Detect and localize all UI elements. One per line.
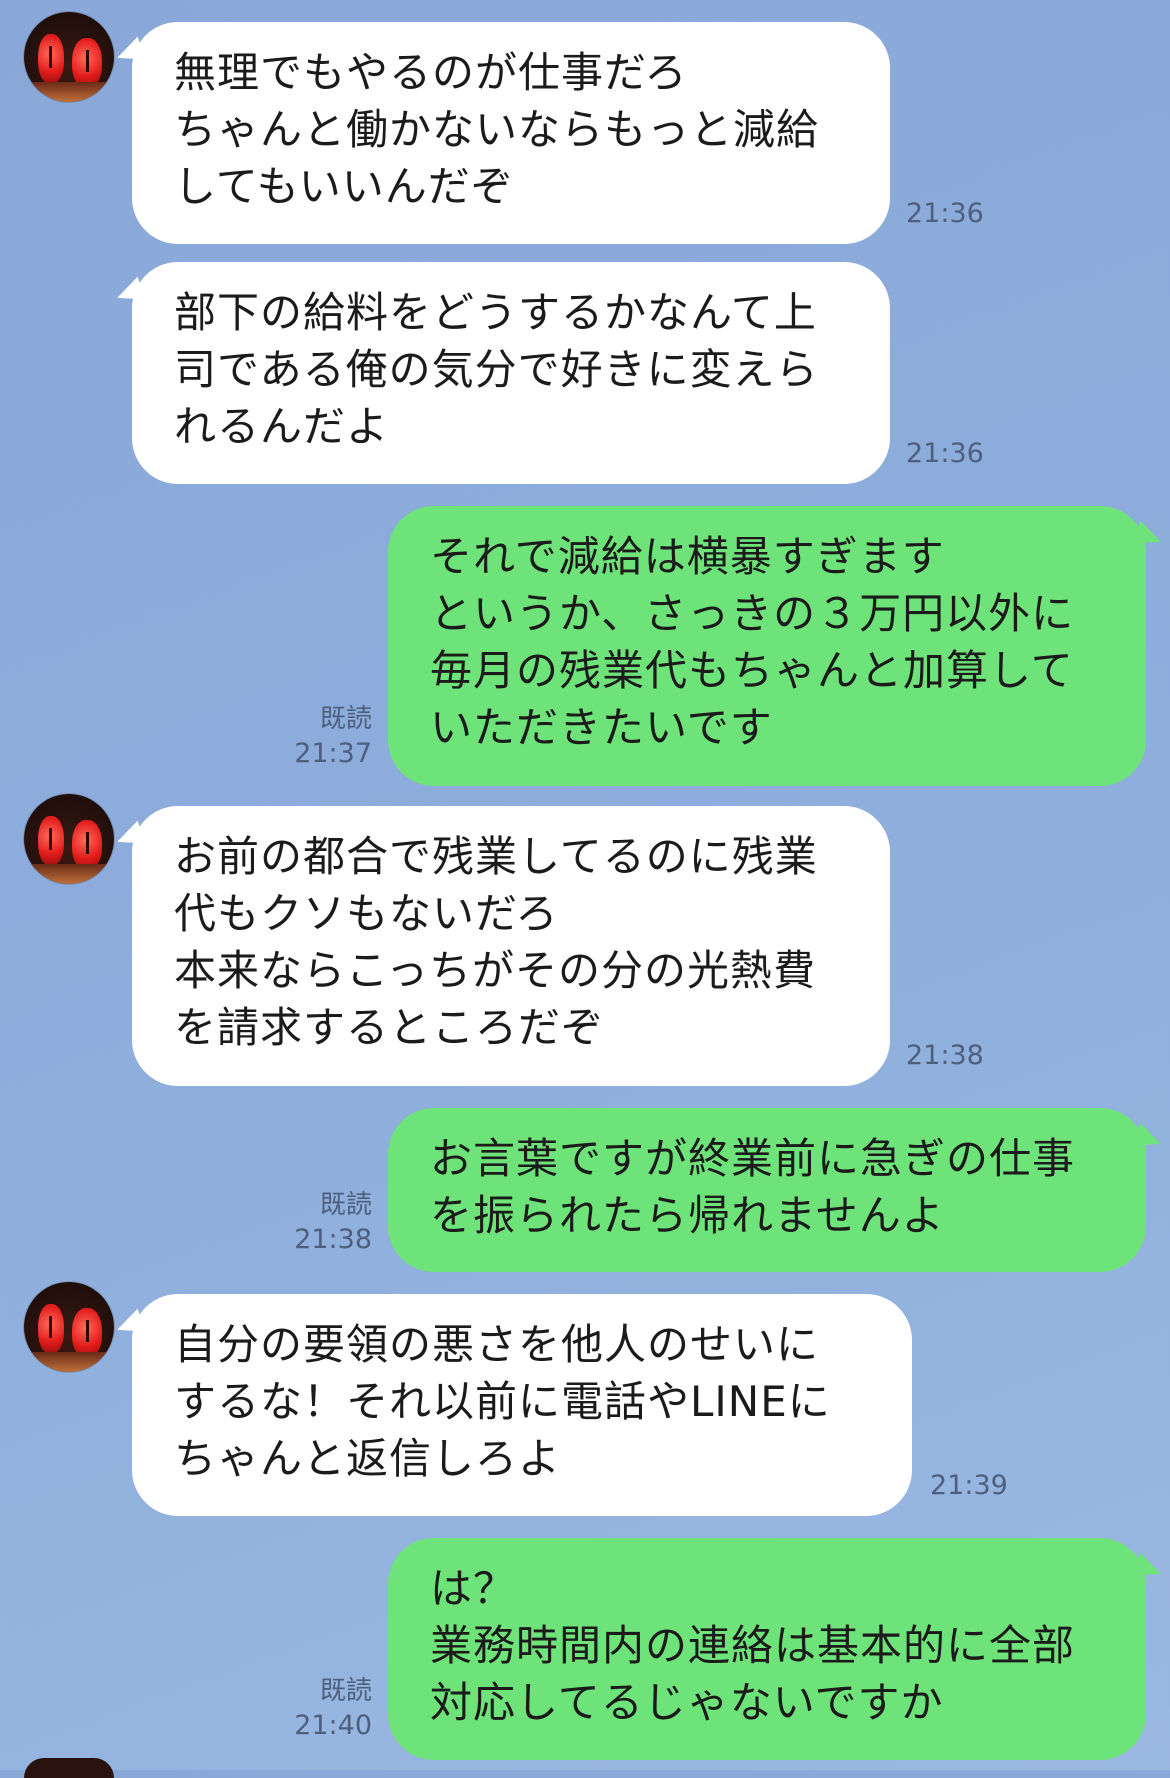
message-line: 毎月の残業代もちゃんと加算して [430, 646, 1074, 695]
message-line: 無理でもやるのが仕事だろ [174, 48, 688, 97]
sender-avatar[interactable] [24, 12, 114, 102]
chat-view: 無理でもやるのが仕事だろ ちゃんと働かないならもっと減給 してもいいんだぞ 21… [0, 0, 1170, 1778]
message-line: というか、さっきの３万円以外に [430, 589, 1075, 638]
message-line: お前の都合で残業してるのに残業 [174, 832, 818, 881]
message-line: 部下の給料をどうするかなんて上 [174, 288, 817, 337]
message-line: いただきたいです [430, 703, 773, 752]
message-line: 対応してるじゃないですか [430, 1678, 944, 1727]
message-meta: 既読 21:37 [272, 702, 372, 772]
message-timestamp: 21:36 [906, 198, 984, 229]
message-line: してもいいんだぞ [174, 162, 514, 211]
read-receipt: 既読 [319, 1676, 372, 1706]
message-line: ちゃんと返信しろよ [174, 1434, 562, 1483]
message-line: 本来ならこっちがその分の光熱費 [174, 946, 817, 995]
message-line: それで減給は横暴すぎます [430, 532, 945, 581]
message-line: れるんだよ [174, 402, 390, 451]
message-line: 業務時間内の連絡は基本的に全部 [430, 1621, 1076, 1670]
message-meta: 既読 21:40 [272, 1674, 372, 1744]
sender-avatar-partial[interactable] [24, 1758, 114, 1778]
message-line: ちゃんと働かないならもっと減給 [174, 105, 820, 154]
sender-avatar[interactable] [24, 1282, 114, 1372]
message-line: 自分の要領の悪さを他人のせいに [174, 1320, 820, 1369]
message-line: を振られたら帰れませんよ [430, 1191, 945, 1240]
message-timestamp: 21:36 [906, 438, 984, 469]
message-line: するな！それ以前に電話やLINEに [174, 1377, 831, 1426]
message-line: お言葉ですが終業前に急ぎの仕事 [430, 1134, 1076, 1183]
message-bubble-incoming[interactable]: 部下の給料をどうするかなんて上 司である俺の気分で好きに変えら れるんだよ [132, 262, 890, 484]
message-line: を請求するところだぞ [174, 1003, 605, 1052]
message-timestamp: 21:38 [906, 1040, 984, 1071]
sender-avatar[interactable] [24, 794, 114, 884]
message-meta: 既読 21:38 [272, 1188, 372, 1258]
read-receipt: 既読 [319, 704, 372, 734]
message-bubble-outgoing[interactable]: お言葉ですが終業前に急ぎの仕事 を振られたら帰れませんよ [388, 1108, 1146, 1272]
message-timestamp: 21:38 [294, 1224, 372, 1255]
message-bubble-incoming[interactable]: 自分の要領の悪さを他人のせいに するな！それ以前に電話やLINEに ちゃんと返信… [132, 1294, 912, 1516]
message-bubble-outgoing[interactable]: それで減給は横暴すぎます というか、さっきの３万円以外に 毎月の残業代もちゃんと… [388, 506, 1146, 786]
message-bubble-outgoing[interactable]: は？ 業務時間内の連絡は基本的に全部 対応してるじゃないですか [388, 1538, 1146, 1760]
read-receipt: 既読 [319, 1190, 372, 1220]
message-line: は？ [430, 1564, 517, 1613]
message-line: 代もクソもないだろ [174, 889, 559, 938]
message-line: 司である俺の気分で好きに変えら [174, 345, 819, 394]
message-bubble-incoming[interactable]: 無理でもやるのが仕事だろ ちゃんと働かないならもっと減給 してもいいんだぞ [132, 22, 890, 244]
message-timestamp: 21:37 [294, 738, 372, 769]
message-timestamp: 21:40 [294, 1710, 372, 1741]
message-timestamp: 21:39 [930, 1470, 1008, 1501]
message-bubble-incoming[interactable]: お前の都合で残業してるのに残業 代もクソもないだろ 本来ならこっちがその分の光熱… [132, 806, 890, 1086]
